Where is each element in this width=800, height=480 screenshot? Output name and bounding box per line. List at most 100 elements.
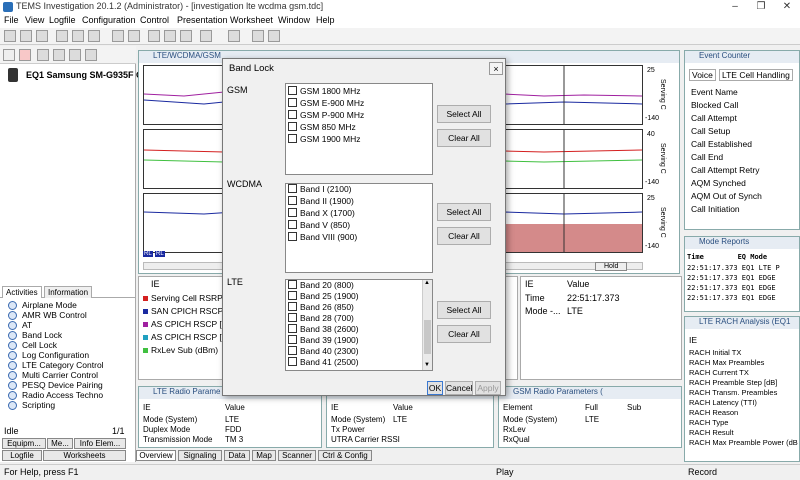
- record-icon[interactable]: [252, 30, 264, 42]
- equipment-item-eq1[interactable]: EQ1 Samsung SM-G935F O: [26, 70, 143, 80]
- event-item[interactable]: Call Established: [691, 139, 752, 149]
- wcdma-select-all-button[interactable]: Select All: [437, 203, 491, 221]
- stop-record-icon[interactable]: [268, 30, 280, 42]
- menu-help[interactable]: Help: [316, 15, 335, 25]
- copy-icon[interactable]: [72, 30, 84, 42]
- wcdma-band-item[interactable]: Band I (2100): [288, 184, 352, 196]
- checkbox[interactable]: [288, 232, 297, 241]
- gsm-band-item[interactable]: GSM 1800 MHz: [288, 86, 360, 98]
- checkbox[interactable]: [288, 208, 297, 217]
- event-item[interactable]: Blocked Call: [691, 100, 738, 110]
- lte-list-scrollbar[interactable]: ▲ ▼: [422, 280, 432, 370]
- tab-voice[interactable]: Voice: [689, 69, 716, 81]
- hold-button[interactable]: Hold: [595, 262, 628, 271]
- activity-item[interactable]: Radio Access Techno: [8, 390, 103, 400]
- wcdma-band-item[interactable]: Band II (1900): [288, 196, 354, 208]
- close-icon[interactable]: ✕: [774, 0, 800, 14]
- lte-clear-all-button[interactable]: Clear All: [437, 325, 491, 343]
- activity-item[interactable]: Cell Lock: [8, 340, 57, 350]
- scroll-thumb[interactable]: [424, 320, 431, 354]
- menu-logfile[interactable]: Logfile: [49, 15, 76, 25]
- gsm-band-item[interactable]: GSM 1900 MHz: [288, 134, 360, 146]
- wcdma-band-item[interactable]: Band X (1700): [288, 208, 355, 220]
- activity-item[interactable]: Airplane Mode: [8, 300, 77, 310]
- grid-icon[interactable]: [128, 30, 140, 42]
- checkbox[interactable]: [288, 220, 297, 229]
- activity-item[interactable]: PESQ Device Pairing: [8, 380, 103, 390]
- properties-icon[interactable]: [85, 49, 97, 61]
- checkbox[interactable]: [288, 184, 297, 193]
- connect-icon[interactable]: [3, 49, 15, 61]
- event-item[interactable]: Call End: [691, 152, 723, 162]
- tab-map[interactable]: Map: [252, 450, 276, 461]
- event-item[interactable]: AQM Out of Synch: [691, 191, 762, 201]
- gear-icon[interactable]: [53, 49, 65, 61]
- lte-band-item[interactable]: Band 41 (2500): [288, 357, 359, 369]
- gsm-band-item[interactable]: GSM 850 MHz: [288, 122, 356, 134]
- apply-button[interactable]: Apply: [475, 381, 501, 395]
- wcdma-band-item[interactable]: Band V (850): [288, 220, 350, 232]
- tab-me[interactable]: Me...: [47, 438, 73, 449]
- activity-item[interactable]: LTE Category Control: [8, 360, 104, 370]
- minimize-icon[interactable]: –: [722, 0, 748, 14]
- event-item[interactable]: Call Attempt: [691, 113, 737, 123]
- checkbox[interactable]: [288, 98, 297, 107]
- event-item[interactable]: Call Attempt Retry: [691, 165, 760, 175]
- gsm-band-item[interactable]: GSM P-900 MHz: [288, 110, 364, 122]
- event-item[interactable]: Call Setup: [691, 126, 730, 136]
- tab-information[interactable]: Information: [44, 286, 93, 298]
- checkbox[interactable]: [288, 335, 297, 344]
- menu-worksheet[interactable]: Worksheet: [230, 15, 273, 25]
- settings-icon[interactable]: [69, 49, 81, 61]
- checkbox[interactable]: [288, 324, 297, 333]
- save-icon[interactable]: [36, 30, 48, 42]
- checkbox[interactable]: [288, 291, 297, 300]
- scroll-up-icon[interactable]: ▲: [424, 280, 430, 286]
- cancel-button[interactable]: Cancel: [445, 381, 473, 395]
- tab-ctrl-config[interactable]: Ctrl & Config: [318, 450, 372, 461]
- stop-icon[interactable]: [200, 30, 212, 42]
- menu-file[interactable]: File: [4, 15, 19, 25]
- menu-view[interactable]: View: [25, 15, 44, 25]
- checkbox[interactable]: [288, 122, 297, 131]
- activity-item[interactable]: Band Lock: [8, 330, 62, 340]
- checkbox[interactable]: [288, 134, 297, 143]
- tab-worksheets[interactable]: Worksheets: [43, 450, 126, 461]
- tab-activities[interactable]: Activities: [2, 286, 42, 298]
- ie-row[interactable]: RxLev Sub (dBm): [143, 345, 218, 355]
- checkbox[interactable]: [288, 313, 297, 322]
- tab-data[interactable]: Data: [224, 450, 250, 461]
- checkbox[interactable]: [288, 346, 297, 355]
- checkbox[interactable]: [288, 110, 297, 119]
- ie-row[interactable]: AS CPICH RSCP [2]: [143, 319, 229, 329]
- close-icon[interactable]: ×: [489, 62, 503, 75]
- event-item[interactable]: Call Initiation: [691, 204, 740, 214]
- activity-item[interactable]: Log Configuration: [8, 350, 89, 360]
- mode-report-row[interactable]: 22:51:17.373 EQ1 LTE P: [687, 264, 780, 272]
- checkbox[interactable]: [288, 302, 297, 311]
- wcdma-band-item[interactable]: Band VIII (900): [288, 232, 357, 244]
- window-icon[interactable]: [148, 30, 160, 42]
- event-item[interactable]: AQM Synched: [691, 178, 746, 188]
- gsm-select-all-button[interactable]: Select All: [437, 105, 491, 123]
- menu-presentation[interactable]: Presentation: [177, 15, 228, 25]
- cut-icon[interactable]: [56, 30, 68, 42]
- menu-control[interactable]: Control: [140, 15, 169, 25]
- activity-item[interactable]: AMR WB Control: [8, 310, 87, 320]
- activity-item[interactable]: Scripting: [8, 400, 55, 410]
- checkbox[interactable]: [288, 196, 297, 205]
- tab-signaling[interactable]: Signaling: [178, 450, 222, 461]
- activity-item[interactable]: AT: [8, 320, 32, 330]
- scroll-down-icon[interactable]: ▼: [424, 362, 430, 368]
- checkbox[interactable]: [288, 86, 297, 95]
- tab-info-elements[interactable]: Info Elem...: [74, 438, 126, 449]
- new-icon[interactable]: [4, 30, 16, 42]
- tab-lte-cell-handling[interactable]: LTE Cell Handling: [719, 69, 793, 81]
- tab-equipment[interactable]: Equipm...: [2, 438, 46, 449]
- tab-overview[interactable]: Overview: [136, 450, 176, 461]
- menu-window[interactable]: Window: [278, 15, 310, 25]
- wcdma-clear-all-button[interactable]: Clear All: [437, 227, 491, 245]
- refresh-icon[interactable]: [37, 49, 49, 61]
- ie-row[interactable]: Serving Cell RSRP (d: [143, 293, 233, 303]
- checkbox[interactable]: [288, 357, 297, 366]
